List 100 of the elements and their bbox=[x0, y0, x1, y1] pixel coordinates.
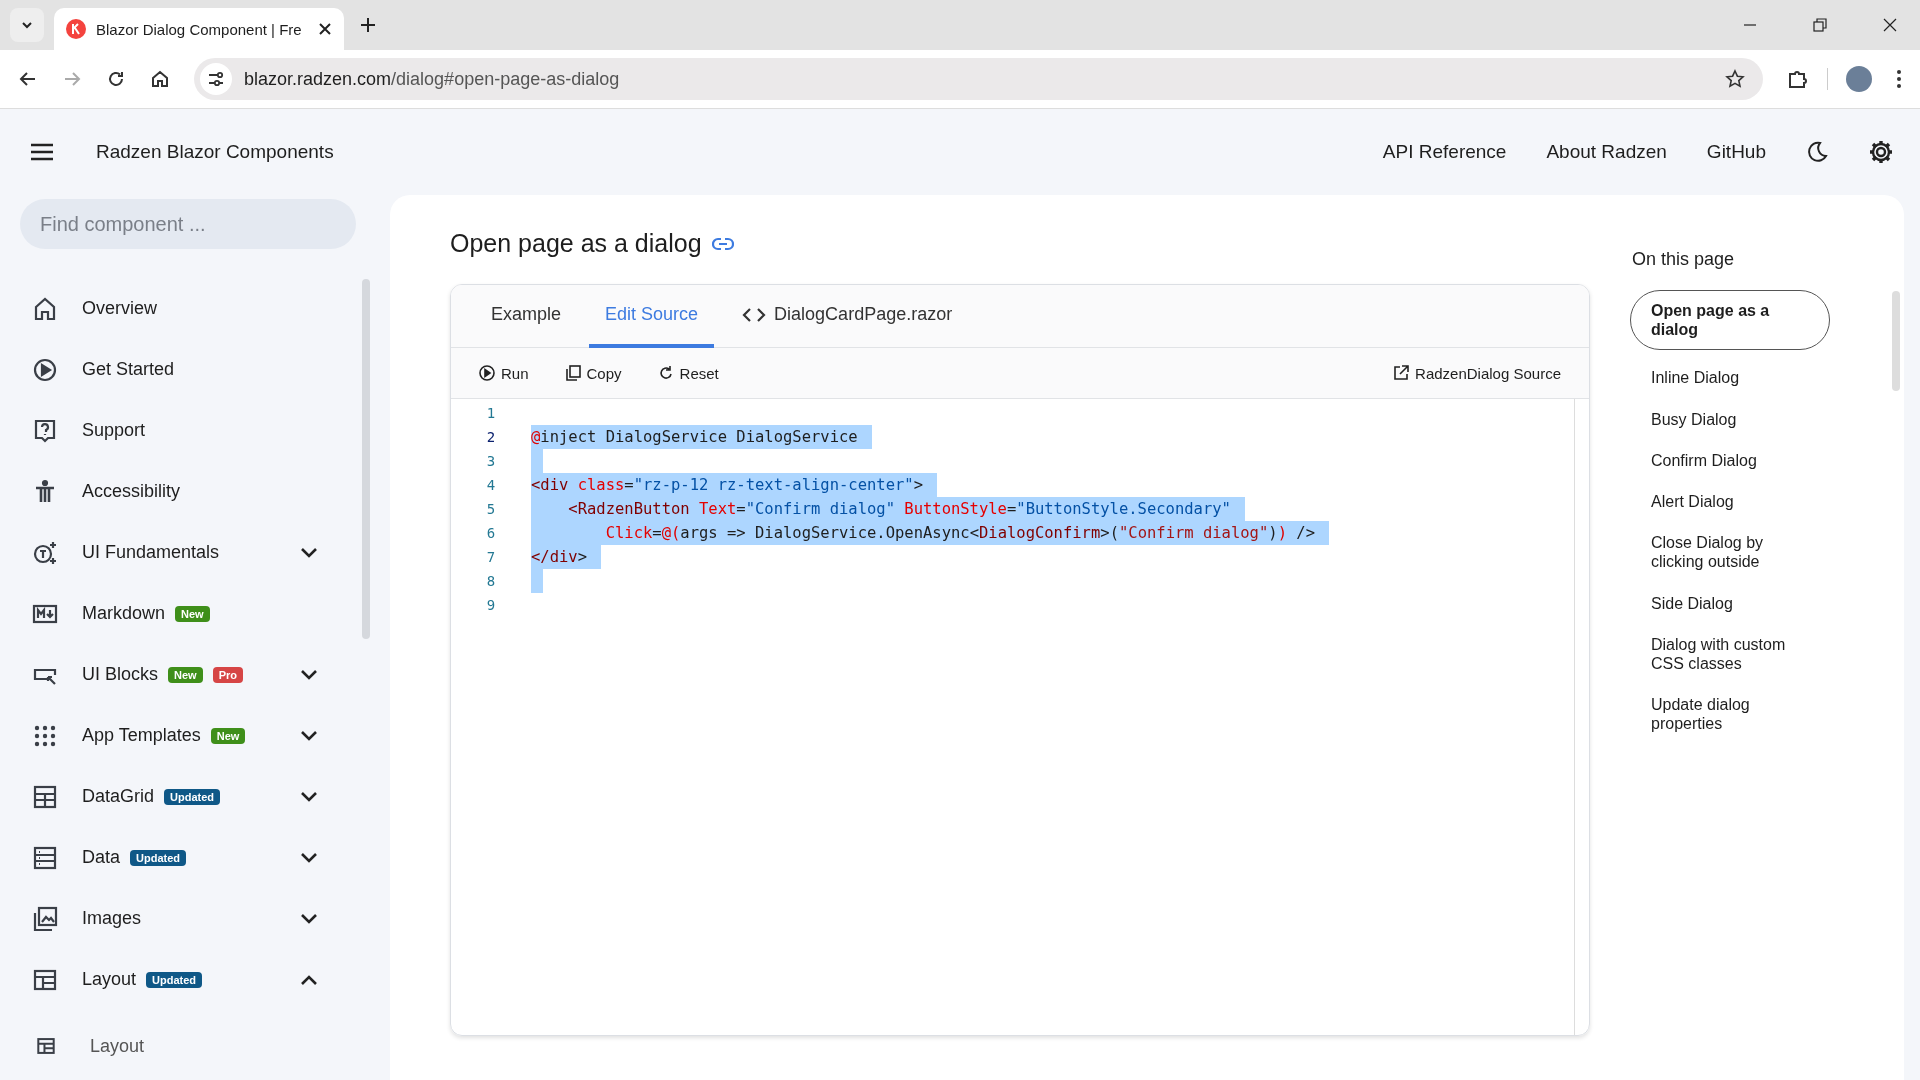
toc-title: On this page bbox=[1631, 249, 1736, 270]
home-icon[interactable] bbox=[150, 69, 170, 89]
list-icon bbox=[32, 844, 58, 871]
toc-link[interactable]: Side Dialog bbox=[1630, 585, 1830, 621]
nav-link[interactable]: About Radzen bbox=[1546, 141, 1667, 163]
sidebar-label: Images bbox=[82, 908, 142, 929]
nav-link[interactable]: API Reference bbox=[1382, 141, 1507, 163]
line-number: 2 bbox=[485, 428, 497, 447]
toc-link[interactable]: Busy Dialog bbox=[1630, 401, 1830, 437]
code-icon bbox=[742, 306, 767, 323]
star-icon[interactable] bbox=[1725, 69, 1745, 89]
site-logo-icon bbox=[66, 19, 86, 39]
status-tag: New bbox=[175, 605, 210, 622]
layout-icon bbox=[36, 1036, 56, 1056]
sparkle-icon bbox=[32, 539, 58, 566]
line-number: 9 bbox=[485, 596, 497, 615]
chevron-icon[interactable] bbox=[300, 790, 318, 803]
sidebar-item[interactable]: UI Blocks New Pro bbox=[20, 644, 360, 705]
more-icon[interactable] bbox=[1896, 69, 1902, 89]
url-text: blazor.radzen.com/dialog#open-page-as-dialog bbox=[244, 68, 620, 90]
sidebar-item[interactable]: UI Fundamentals bbox=[20, 522, 360, 583]
chevron-icon[interactable] bbox=[300, 546, 318, 559]
close-icon[interactable] bbox=[318, 22, 332, 36]
browser-tab[interactable]: Blazor Dialog Component | Fre bbox=[54, 8, 344, 50]
site-settings-icon[interactable] bbox=[200, 63, 232, 95]
toc-link[interactable]: Inline Dialog bbox=[1630, 360, 1830, 396]
puzzle-icon[interactable] bbox=[1787, 68, 1809, 90]
sidebar-item[interactable]: App Templates New bbox=[20, 705, 360, 766]
line-number: 6 bbox=[485, 524, 497, 543]
status-tag: Pro bbox=[212, 666, 243, 683]
link-icon[interactable] bbox=[711, 236, 734, 251]
new-tab-icon[interactable] bbox=[360, 17, 376, 33]
line-number: 8 bbox=[485, 572, 497, 591]
sidebar-label: Get Started bbox=[82, 359, 175, 380]
sidebar-label: UI Blocks bbox=[82, 664, 159, 685]
status-tag: Updated bbox=[164, 788, 221, 805]
copy-icon bbox=[564, 365, 581, 381]
run-icon bbox=[479, 365, 495, 381]
external-link-icon bbox=[1393, 365, 1410, 381]
restore-icon[interactable] bbox=[1812, 17, 1828, 33]
images-icon bbox=[32, 905, 58, 932]
scrollbar[interactable] bbox=[1892, 291, 1900, 391]
status-tag: Updated bbox=[146, 971, 203, 988]
line-number: 3 bbox=[485, 452, 497, 471]
moon-icon[interactable] bbox=[1806, 141, 1828, 163]
reset-icon bbox=[657, 365, 674, 381]
chevron-icon[interactable] bbox=[300, 668, 318, 681]
toc-link[interactable]: Alert Dialog bbox=[1630, 483, 1830, 520]
sidebar-item[interactable]: Accessibility bbox=[20, 461, 360, 522]
close-icon[interactable] bbox=[1882, 17, 1898, 33]
sidebar-label: DataGrid bbox=[82, 786, 155, 807]
toc-link[interactable]: Update dialog properties bbox=[1630, 687, 1830, 742]
grid-icon bbox=[32, 783, 58, 810]
tab[interactable]: DialogCardPage.razor bbox=[726, 285, 969, 348]
toolbar-button[interactable]: Copy bbox=[560, 360, 626, 386]
line-number: 1 bbox=[485, 404, 497, 423]
avatar[interactable] bbox=[1846, 66, 1872, 92]
scrollbar[interactable] bbox=[362, 279, 370, 639]
toc-link[interactable]: Confirm Dialog bbox=[1630, 442, 1830, 478]
toolbar-button[interactable]: Reset bbox=[653, 360, 723, 386]
sidebar-item[interactable]: Layout Updated bbox=[20, 949, 360, 1010]
home-icon bbox=[32, 295, 58, 322]
tab[interactable]: Example bbox=[475, 285, 578, 348]
tab-list-button[interactable] bbox=[10, 8, 44, 42]
sidebar-label: Support bbox=[82, 420, 146, 441]
sidebar-label: Layout bbox=[90, 1035, 145, 1057]
line-number: 4 bbox=[485, 476, 497, 495]
toolbar-button[interactable]: Run bbox=[475, 360, 533, 386]
chevron-icon[interactable] bbox=[300, 912, 318, 925]
sidebar-label: App Templates bbox=[82, 725, 201, 746]
tab-title: Blazor Dialog Component | Fre bbox=[96, 20, 303, 38]
help-icon bbox=[32, 417, 58, 444]
sidebar-subitem[interactable]: Layout bbox=[20, 1016, 360, 1076]
status-tag: Updated bbox=[130, 849, 187, 866]
chevron-icon[interactable] bbox=[300, 729, 318, 742]
status-tag: New bbox=[210, 727, 246, 744]
reload-icon[interactable] bbox=[106, 69, 126, 89]
chevron-icon[interactable] bbox=[300, 851, 318, 864]
sidebar-item[interactable]: Images bbox=[20, 888, 360, 949]
sidebar-item[interactable]: Support bbox=[20, 400, 360, 461]
settings-icon[interactable] bbox=[1868, 139, 1894, 165]
source-link[interactable]: RadzenDialog Source bbox=[1389, 360, 1565, 386]
toc-link[interactable]: Dialog with custom CSS classes bbox=[1630, 626, 1830, 682]
address-bar[interactable]: blazor.radzen.com/dialog#open-page-as-dialog bbox=[194, 58, 1763, 100]
sidebar-label: Overview bbox=[82, 298, 157, 319]
sidebar-label: UI Fundamentals bbox=[82, 542, 220, 563]
sidebar-item[interactable]: Markdown New bbox=[20, 583, 360, 644]
sidebar-label: Layout bbox=[82, 969, 137, 990]
sidebar-item[interactable]: Overview bbox=[20, 278, 360, 339]
sidebar-label: Data bbox=[82, 847, 121, 868]
sidebar-item[interactable]: Get Started bbox=[20, 339, 360, 400]
sidebar-item[interactable]: DataGrid Updated bbox=[20, 766, 360, 827]
sidebar-item[interactable]: Data Updated bbox=[20, 827, 360, 888]
app-title: Radzen Blazor Components bbox=[96, 141, 334, 163]
search-field[interactable]: Find component ... bbox=[20, 199, 356, 249]
chevron-icon[interactable] bbox=[300, 973, 318, 986]
line-number: 5 bbox=[485, 500, 497, 519]
menu-icon[interactable] bbox=[30, 142, 54, 162]
toc-link[interactable]: Close Dialog by clicking outside bbox=[1630, 525, 1830, 580]
nav-link[interactable]: GitHub bbox=[1706, 141, 1766, 163]
